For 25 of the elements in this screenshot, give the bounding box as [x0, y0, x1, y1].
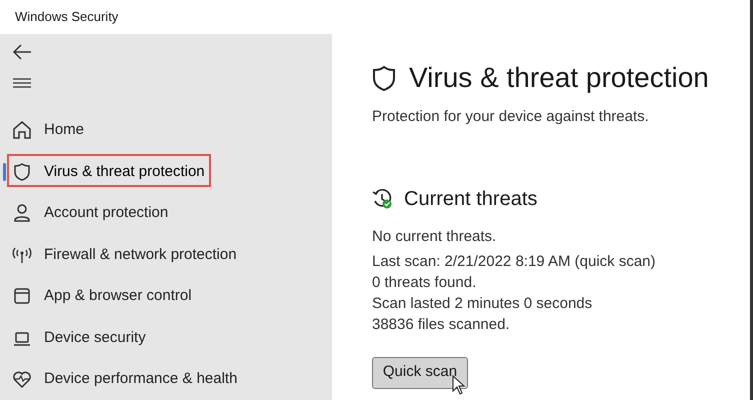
- sidebar-item[interactable]: Firewall & network protection: [0, 244, 237, 266]
- quick-scan-button[interactable]: Quick scan: [372, 356, 468, 388]
- shield-icon: [12, 162, 32, 182]
- shield-icon: [372, 64, 396, 92]
- sidebar-item[interactable]: Home: [0, 119, 84, 142]
- scan-detail-text: Last scan: 2/21/2022 8:19 AM (quick scan): [372, 252, 656, 272]
- heart-pulse-icon: [12, 369, 32, 390]
- cursor-icon: [452, 374, 466, 394]
- window-icon: [12, 286, 32, 306]
- scan-detail-text: Scan lasted 2 minutes 0 seconds: [372, 294, 594, 314]
- home-icon: [12, 120, 32, 140]
- history-check-icon: [372, 188, 394, 210]
- sidebar-item[interactable]: Virus & threat protection: [0, 160, 205, 183]
- status-text: No current threats.: [372, 226, 498, 246]
- person-icon: [12, 203, 32, 224]
- window-title: Windows Security: [15, 8, 118, 26]
- sidebar-item[interactable]: App & browser control: [0, 285, 192, 308]
- page-subtitle: Protection for your device against threats.: [372, 107, 650, 127]
- page-title: Virus & threat protection: [409, 61, 709, 95]
- scan-detail-text: 38836 files scanned.: [372, 314, 511, 334]
- section-title: Current threats: [404, 186, 538, 212]
- sidebar-item[interactable]: Device security: [0, 326, 146, 349]
- sidebar-item[interactable]: Account protection: [0, 202, 168, 224]
- sidebar-item[interactable]: Device performance & health: [0, 368, 238, 390]
- scan-detail-text: 0 threats found.: [372, 272, 478, 292]
